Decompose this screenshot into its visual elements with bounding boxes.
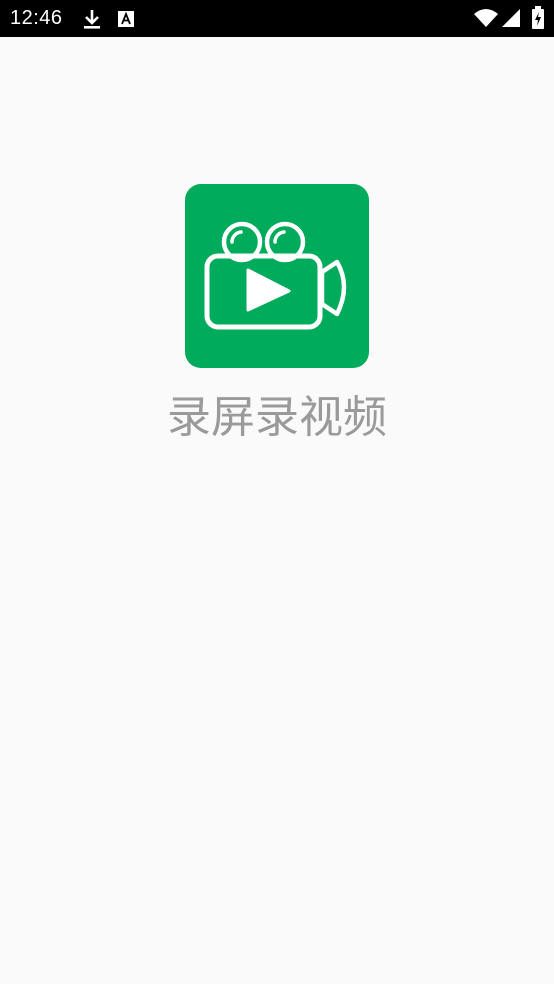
signal-icon	[501, 8, 521, 32]
text-a-icon	[117, 10, 135, 32]
status-time: 12:46	[10, 7, 63, 29]
status-bar: 12:46	[0, 0, 554, 37]
wifi-icon	[474, 8, 498, 32]
app-name: 录屏录视频	[167, 392, 387, 443]
download-icon	[82, 8, 102, 34]
video-camera-icon	[204, 221, 347, 330]
battery-icon	[531, 6, 545, 34]
app-logo	[185, 184, 369, 368]
